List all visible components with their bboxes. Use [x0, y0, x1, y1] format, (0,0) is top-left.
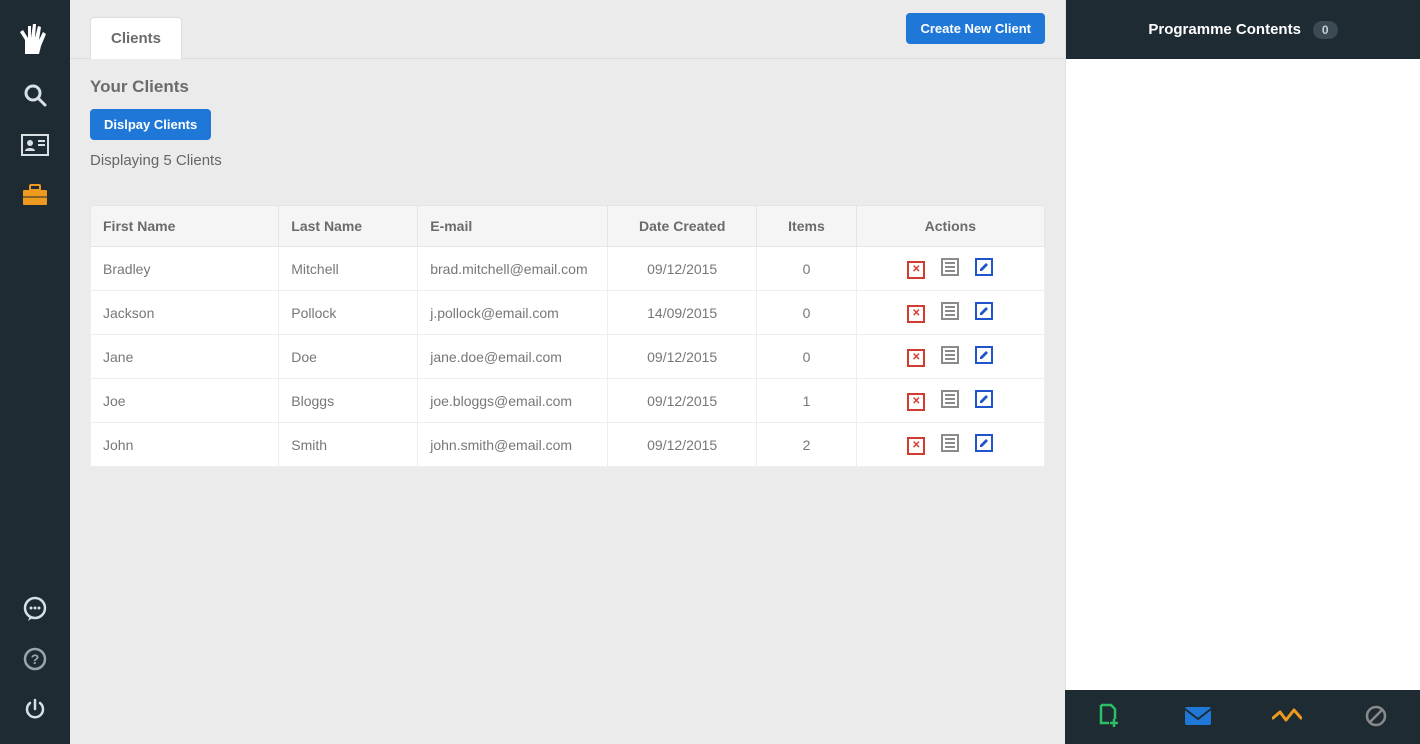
delete-icon[interactable]: ✕	[907, 305, 925, 323]
section-header: Your Clients Dislpay Clients Displaying …	[70, 59, 1065, 183]
cell-email: j.pollock@email.com	[418, 291, 608, 335]
edit-icon[interactable]	[975, 346, 993, 364]
bottom-block[interactable]	[1362, 703, 1390, 731]
cell-items: 0	[757, 335, 856, 379]
main-panel: Clients Create New Client Your Clients D…	[70, 0, 1065, 744]
cell-items: 2	[757, 423, 856, 467]
nav-chat[interactable]	[0, 584, 70, 634]
nav-contact[interactable]	[0, 120, 70, 170]
cell-date-created: 09/12/2015	[608, 379, 757, 423]
delete-icon[interactable]: ✕	[907, 437, 925, 455]
briefcase-icon	[21, 183, 49, 207]
cell-actions: ✕	[856, 423, 1044, 467]
table-row: JoeBloggsjoe.bloggs@email.com09/12/20151…	[91, 379, 1045, 423]
table-row: JohnSmithjohn.smith@email.com09/12/20152…	[91, 423, 1045, 467]
list-icon[interactable]	[941, 390, 959, 408]
bottom-add-page[interactable]	[1095, 703, 1123, 731]
your-clients-heading: Your Clients	[90, 77, 1045, 97]
cell-actions: ✕	[856, 335, 1044, 379]
cell-date-created: 09/12/2015	[608, 335, 757, 379]
nav-briefcase[interactable]	[0, 170, 70, 220]
cell-actions: ✕	[856, 379, 1044, 423]
delete-icon[interactable]: ✕	[907, 261, 925, 279]
cell-last-name: Smith	[279, 423, 418, 467]
search-icon	[22, 82, 48, 108]
display-count-text: Displaying 5 Clients	[90, 152, 1045, 169]
activity-icon	[1272, 708, 1302, 727]
cell-email: joe.bloggs@email.com	[418, 379, 608, 423]
edit-icon[interactable]	[975, 302, 993, 320]
cell-first-name: Jane	[91, 335, 279, 379]
table-row: JacksonPollockj.pollock@email.com14/09/2…	[91, 291, 1045, 335]
edit-icon[interactable]	[975, 434, 993, 452]
col-actions: Actions	[856, 206, 1044, 247]
cell-items: 0	[757, 291, 856, 335]
cell-last-name: Pollock	[279, 291, 418, 335]
left-nav: ?	[0, 0, 70, 744]
bottom-bar	[1065, 690, 1420, 744]
delete-icon[interactable]: ✕	[907, 393, 925, 411]
bottom-mail[interactable]	[1184, 703, 1212, 731]
table-row: BradleyMitchellbrad.mitchell@email.com09…	[91, 247, 1045, 291]
cell-items: 0	[757, 247, 856, 291]
cell-actions: ✕	[856, 247, 1044, 291]
table-row: JaneDoejane.doe@email.com09/12/20150 ✕	[91, 335, 1045, 379]
block-icon	[1364, 704, 1388, 731]
cell-actions: ✕	[856, 291, 1044, 335]
hand-logo-icon	[17, 20, 53, 60]
cell-date-created: 14/09/2015	[608, 291, 757, 335]
cell-last-name: Mitchell	[279, 247, 418, 291]
right-panel-header: Programme Contents 0	[1066, 0, 1420, 59]
list-icon[interactable]	[941, 258, 959, 276]
power-icon	[23, 697, 47, 721]
delete-icon[interactable]: ✕	[907, 349, 925, 367]
cell-first-name: Joe	[91, 379, 279, 423]
cell-email: brad.mitchell@email.com	[418, 247, 608, 291]
contact-card-icon	[21, 134, 49, 156]
table-header-row: First Name Last Name E-mail Date Created…	[91, 206, 1045, 247]
tab-clients-label: Clients	[111, 30, 161, 47]
cell-date-created: 09/12/2015	[608, 247, 757, 291]
cell-email: john.smith@email.com	[418, 423, 608, 467]
programme-contents-badge: 0	[1313, 21, 1338, 39]
col-last-name: Last Name	[279, 206, 418, 247]
display-clients-button[interactable]: Dislpay Clients	[90, 109, 211, 140]
cell-email: jane.doe@email.com	[418, 335, 608, 379]
cell-date-created: 09/12/2015	[608, 423, 757, 467]
svg-text:?: ?	[31, 651, 40, 667]
right-panel: Programme Contents 0	[1065, 0, 1420, 690]
cell-last-name: Bloggs	[279, 379, 418, 423]
cell-first-name: John	[91, 423, 279, 467]
mail-icon	[1184, 706, 1212, 729]
tab-bar: Clients Create New Client	[70, 0, 1065, 59]
cell-first-name: Jackson	[91, 291, 279, 335]
col-items: Items	[757, 206, 856, 247]
help-icon: ?	[23, 647, 47, 671]
cell-first-name: Bradley	[91, 247, 279, 291]
col-email: E-mail	[418, 206, 608, 247]
col-first-name: First Name	[91, 206, 279, 247]
nav-power[interactable]	[0, 684, 70, 734]
list-icon[interactable]	[941, 434, 959, 452]
add-page-icon	[1097, 703, 1121, 732]
nav-search[interactable]	[0, 70, 70, 120]
bottom-activity[interactable]	[1273, 703, 1301, 731]
cell-last-name: Doe	[279, 335, 418, 379]
edit-icon[interactable]	[975, 390, 993, 408]
cell-items: 1	[757, 379, 856, 423]
programme-contents-title: Programme Contents	[1148, 21, 1301, 38]
create-new-client-button[interactable]: Create New Client	[906, 13, 1045, 44]
tab-clients[interactable]: Clients	[90, 17, 182, 59]
chat-icon	[22, 596, 48, 622]
col-date-created: Date Created	[608, 206, 757, 247]
edit-icon[interactable]	[975, 258, 993, 276]
nav-logo[interactable]	[0, 10, 70, 70]
nav-help[interactable]: ?	[0, 634, 70, 684]
list-icon[interactable]	[941, 346, 959, 364]
clients-table-wrap: First Name Last Name E-mail Date Created…	[70, 205, 1065, 487]
clients-table: First Name Last Name E-mail Date Created…	[90, 205, 1045, 467]
list-icon[interactable]	[941, 302, 959, 320]
